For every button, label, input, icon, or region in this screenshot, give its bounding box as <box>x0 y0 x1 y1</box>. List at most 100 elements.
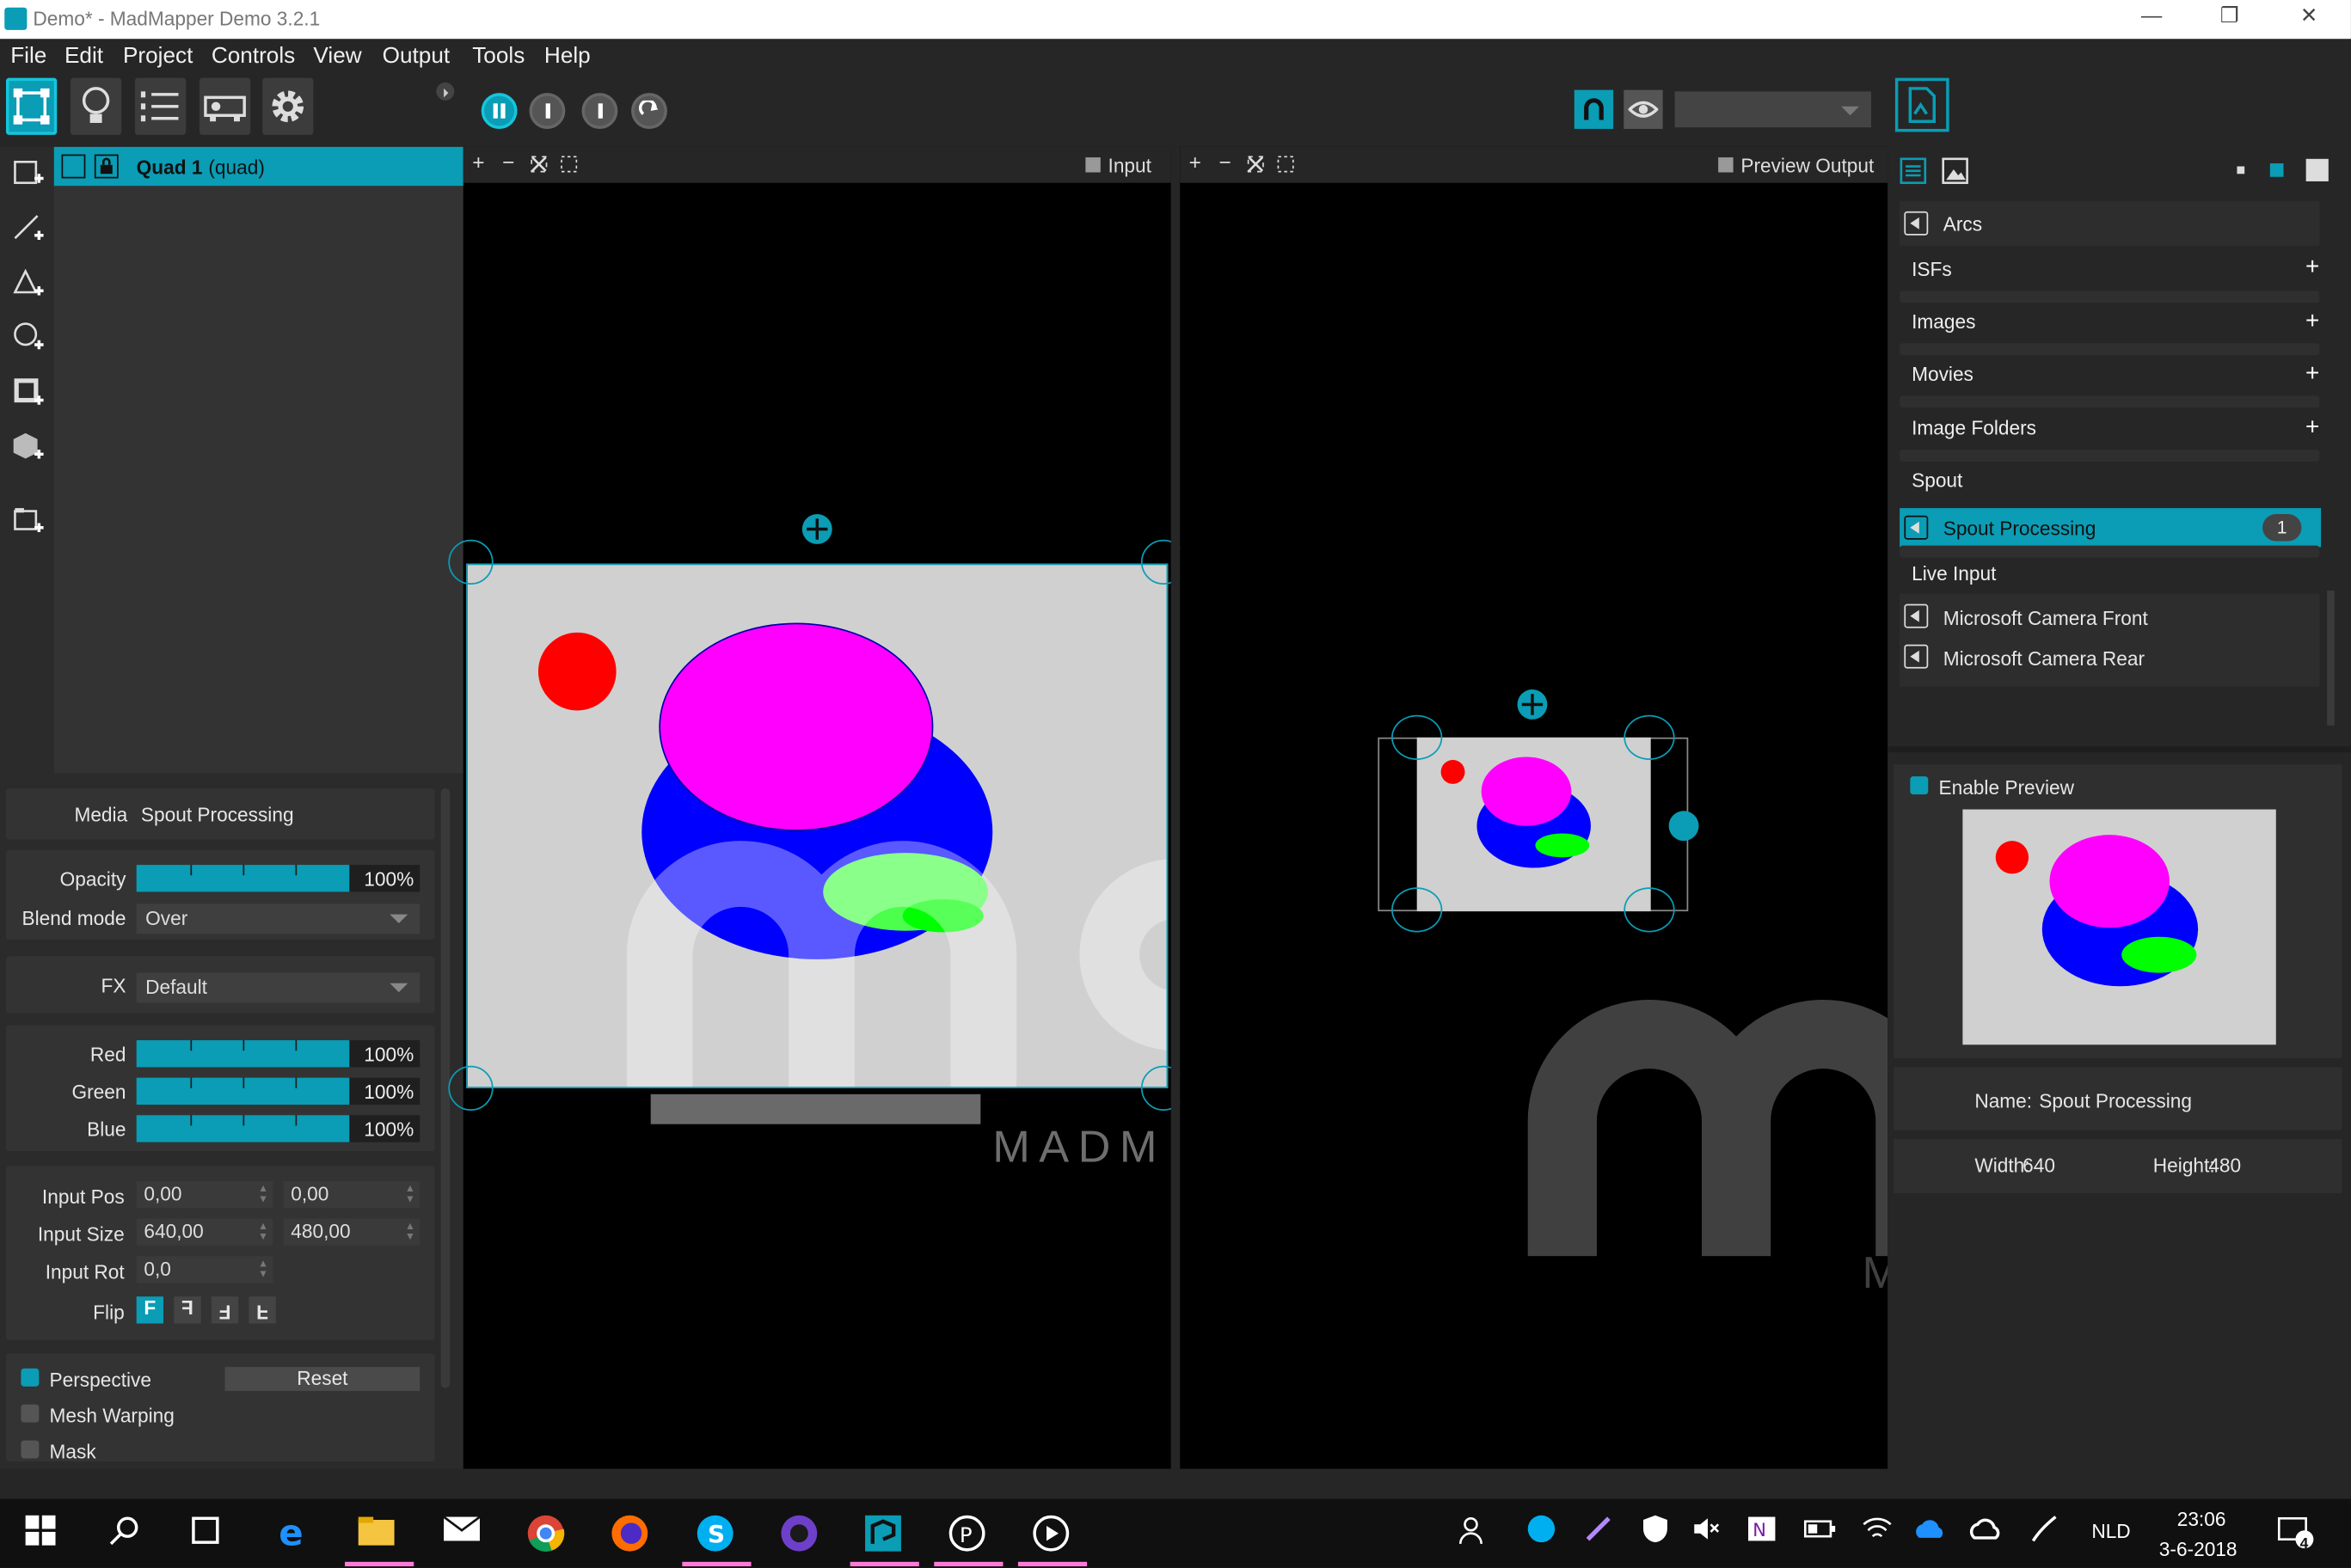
add-line-icon[interactable] <box>12 211 45 244</box>
file-explorer-icon[interactable] <box>357 1514 396 1553</box>
full-screen-output-button[interactable] <box>1894 77 1949 132</box>
add-group-icon[interactable] <box>12 504 45 536</box>
category-live-input[interactable]: Live Input <box>1900 560 2323 593</box>
flip-vertical-button[interactable]: F <box>249 1296 276 1324</box>
flip-both-button[interactable]: F <box>211 1296 239 1324</box>
battery-icon[interactable] <box>1803 1514 1843 1553</box>
media-item-camera-rear[interactable]: Microsoft Camera Rear <box>1900 640 2319 677</box>
zoom-in-icon[interactable]: + <box>1189 150 1201 174</box>
input-pos-y-field[interactable]: 0,00 ▲ ▼ <box>283 1180 420 1209</box>
opacity-slider[interactable]: 100% <box>136 865 420 892</box>
output-corner-handle-tl[interactable] <box>1391 714 1443 761</box>
media-item-spout-processing[interactable]: Spout Processing 1 <box>1900 508 2322 548</box>
category-images[interactable]: Images + <box>1900 309 2323 341</box>
skype-icon[interactable]: S <box>696 1514 734 1553</box>
corner-handle-tl[interactable] <box>448 539 494 585</box>
move-handle[interactable] <box>801 514 832 544</box>
surface-row[interactable]: Quad 1 (quad) <box>53 146 463 187</box>
menu-edit[interactable]: Edit <box>64 44 103 70</box>
input-canvas[interactable] <box>466 563 1169 1088</box>
wifi-icon[interactable] <box>1861 1514 1900 1553</box>
output-surface[interactable] <box>1416 737 1651 912</box>
github-icon[interactable] <box>780 1514 819 1553</box>
preview-output-combo[interactable] <box>1674 91 1872 128</box>
zoom-in-icon[interactable]: + <box>472 150 484 174</box>
zoom-out-icon[interactable]: − <box>1219 150 1231 174</box>
edge-browser-icon[interactable]: e <box>274 1514 313 1553</box>
enable-preview-checkbox[interactable] <box>1910 776 1929 795</box>
category-image-folders[interactable]: Image Folders + <box>1900 415 2323 448</box>
large-thumbnail-toggle[interactable] <box>2305 158 2329 181</box>
search-icon[interactable] <box>108 1514 147 1553</box>
output-corner-handle-bl[interactable] <box>1391 887 1443 933</box>
madmapper-taskbar-icon[interactable] <box>863 1514 902 1553</box>
add-quad-icon[interactable] <box>12 156 45 188</box>
input-view[interactable]: + − Input MADM <box>448 146 1187 1469</box>
input-size-w-field[interactable]: 640,00 ▲ ▼ <box>136 1218 273 1246</box>
stop-button[interactable] <box>529 93 566 129</box>
windows-start-icon[interactable] <box>24 1514 63 1553</box>
input-pos-x-field[interactable]: 0,00 ▲ ▼ <box>136 1180 273 1209</box>
fit-view-icon[interactable] <box>1247 156 1264 173</box>
category-isfs[interactable]: ISFs + <box>1900 254 2323 287</box>
lock-toggle[interactable] <box>94 154 119 179</box>
cue-list-button[interactable] <box>134 77 187 135</box>
add-icon[interactable]: + <box>2305 415 2319 442</box>
add-circle-icon[interactable] <box>12 321 45 353</box>
blue-slider[interactable]: 100% <box>136 1115 420 1142</box>
output-setup-button[interactable] <box>199 77 251 135</box>
add-icon[interactable]: + <box>2305 309 2319 335</box>
red-slider[interactable]: 100% <box>136 1040 420 1068</box>
preview-visibility-button[interactable] <box>1624 89 1663 129</box>
output-move-handle[interactable] <box>1517 689 1548 720</box>
category-spout[interactable]: Spout <box>1900 468 2323 500</box>
clock-time[interactable]: 23:06 <box>2177 1508 2226 1530</box>
minimize-button[interactable]: — <box>2121 3 2182 33</box>
restore-button[interactable]: ❐ <box>2200 3 2260 33</box>
action-center-icon[interactable] <box>2276 1514 2315 1553</box>
task-view-icon[interactable] <box>187 1514 226 1553</box>
people-icon[interactable] <box>1458 1514 1498 1553</box>
input-rot-field[interactable]: 0,0 ▲ ▼ <box>136 1256 273 1283</box>
menu-project[interactable]: Project <box>123 44 193 70</box>
mask-checkbox[interactable] <box>21 1440 40 1459</box>
input-size-h-field[interactable]: 480,00 ▲ ▼ <box>283 1218 420 1246</box>
output-corner-handle-tr[interactable] <box>1624 714 1675 761</box>
surfaces-mode-button[interactable] <box>5 77 58 135</box>
corner-handle-bl[interactable] <box>448 1065 494 1112</box>
image-icon[interactable] <box>1942 157 1968 185</box>
output-view[interactable]: + − Preview Output M <box>1180 146 1888 1469</box>
visibility-toggle[interactable] <box>61 154 86 179</box>
skype-tray-icon[interactable] <box>1526 1514 1565 1553</box>
flip-none-button[interactable]: F <box>136 1296 164 1324</box>
reset-button[interactable]: Reset <box>224 1367 420 1392</box>
menu-help[interactable]: Help <box>544 44 591 70</box>
snap-button[interactable] <box>1574 89 1614 129</box>
fill-view-icon[interactable] <box>561 156 578 173</box>
small-thumbnail-toggle[interactable] <box>2237 166 2245 175</box>
add-mask-icon[interactable] <box>12 377 45 409</box>
language-indicator[interactable]: NLD <box>2091 1520 2130 1542</box>
defender-shield-icon[interactable] <box>1640 1514 1679 1553</box>
collapse-arrow-button[interactable] <box>436 82 455 101</box>
flip-horizontal-button[interactable]: F <box>174 1296 201 1324</box>
fx-select[interactable]: Default <box>136 972 420 1003</box>
creative-cloud-icon[interactable] <box>1968 1514 2007 1553</box>
media-item-arcs[interactable]: Arcs <box>1900 200 2320 246</box>
output-rotate-handle[interactable] <box>1668 811 1699 842</box>
perspective-checkbox[interactable] <box>21 1368 40 1387</box>
add-icon[interactable]: + <box>2305 254 2319 281</box>
fill-view-icon[interactable] <box>1277 156 1294 173</box>
mesh-warping-checkbox[interactable] <box>21 1404 40 1423</box>
firefox-icon[interactable] <box>611 1514 649 1553</box>
settings-button[interactable] <box>262 77 314 135</box>
onedrive-icon[interactable] <box>1913 1514 1952 1553</box>
step-button[interactable] <box>581 93 618 129</box>
medium-thumbnail-toggle[interactable] <box>2269 163 2284 177</box>
fixtures-mode-button[interactable] <box>70 77 122 135</box>
volume-muted-icon[interactable] <box>1691 1514 1730 1553</box>
clock-date[interactable]: 3-6-2018 <box>2159 1538 2237 1560</box>
media-player-icon[interactable] <box>1032 1514 1071 1553</box>
media-item-camera-front[interactable]: Microsoft Camera Front <box>1900 599 2319 635</box>
restart-button[interactable] <box>631 93 667 129</box>
